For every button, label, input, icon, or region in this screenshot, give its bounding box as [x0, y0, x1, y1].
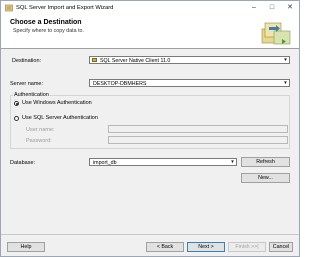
authentication-legend: Authentication [13, 91, 50, 98]
refresh-button[interactable]: Refresh [241, 157, 290, 167]
windows-auth-label[interactable]: Use Windows Authentication [22, 100, 92, 106]
destination-value: SQL Server Native Client 11.0 [100, 57, 171, 64]
minimize-button[interactable]: – [245, 1, 263, 15]
provider-icon [92, 58, 97, 62]
title-bar: SQL Server Import and Export Wizard – □ … [1, 1, 299, 15]
window-title: SQL Server Import and Export Wizard [16, 4, 114, 11]
database-label: Database: [10, 160, 36, 166]
database-dropdown[interactable]: import_db ▼ [89, 158, 237, 166]
back-button[interactable]: < Back [146, 242, 184, 252]
user-name-label: User name: [26, 127, 55, 133]
chevron-down-icon[interactable]: ▼ [282, 80, 289, 86]
windows-auth-radio[interactable] [14, 100, 19, 106]
close-button[interactable]: ✕ [281, 1, 299, 15]
footer-divider [1, 234, 299, 235]
password-field[interactable] [108, 136, 288, 144]
database-copy-icon [261, 22, 291, 45]
password-label: Password: [26, 138, 52, 144]
help-button[interactable]: Help [7, 242, 45, 252]
sql-auth-label[interactable]: Use SQL Server Authentication [22, 115, 98, 121]
chevron-down-icon[interactable]: ▼ [282, 57, 289, 63]
wizard-header: Choose a Destination Specify where to co… [1, 15, 299, 49]
sql-auth-radio[interactable] [14, 115, 19, 121]
wizard-window: SQL Server Import and Export Wizard – □ … [0, 0, 300, 257]
user-name-field[interactable] [108, 125, 288, 133]
page-title: Choose a Destination [10, 19, 82, 26]
destination-label: Destination: [12, 58, 42, 64]
server-name-label: Server name: [10, 81, 44, 87]
sql-server-wizard-icon [5, 4, 13, 12]
new-database-button[interactable]: New... [241, 173, 290, 183]
page-subtitle: Specify where to copy data to. [13, 28, 84, 34]
chevron-down-icon[interactable]: ▼ [229, 159, 236, 165]
server-name-value: DESKTOP-DBMHERS [93, 80, 147, 87]
database-value: import_db [93, 159, 117, 166]
cancel-button[interactable]: Cancel [269, 242, 293, 252]
destination-dropdown[interactable]: SQL Server Native Client 11.0 ▼ [89, 56, 290, 64]
server-name-dropdown[interactable]: DESKTOP-DBMHERS ▼ [89, 79, 290, 87]
next-button[interactable]: Next > [187, 242, 225, 252]
finish-button: Finish >>| [228, 242, 266, 252]
maximize-button[interactable]: □ [263, 1, 281, 15]
